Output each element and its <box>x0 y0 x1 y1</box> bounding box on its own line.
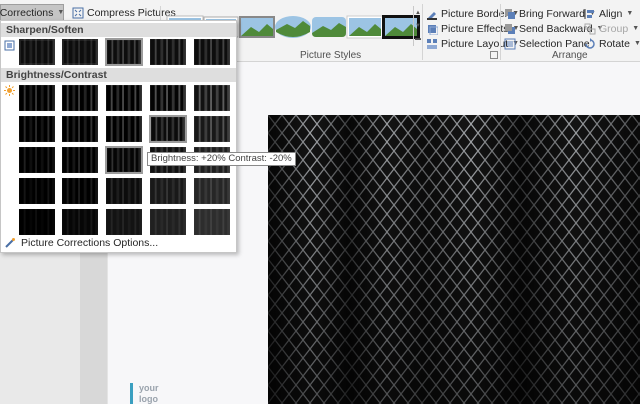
brightness-contrast-header: Brightness/Contrast <box>1 68 236 82</box>
correction-tooltip: Brightness: +20% Contrast: -20% <box>147 152 296 166</box>
corrections-options-icon <box>5 238 15 248</box>
dialog-launcher-icon[interactable] <box>490 51 498 59</box>
picture-effects-icon <box>428 24 438 35</box>
brightness-sun-icon <box>4 85 15 96</box>
sharpen-icon <box>4 40 15 51</box>
picture-layout-icon <box>427 38 437 49</box>
compress-icon <box>72 7 84 18</box>
align-button[interactable]: Align ▼ <box>584 6 633 21</box>
chevron-down-icon: ▼ <box>57 9 65 16</box>
send-backward-label: Send Backward <box>519 22 593 35</box>
brightness-contrast-option[interactable] <box>18 177 56 205</box>
picture-style-thumb[interactable] <box>273 12 313 42</box>
picture-effects-label: Picture Effects <box>441 22 509 35</box>
corrections-label: Corrections <box>0 6 54 19</box>
align-icon <box>584 8 594 19</box>
brightness-contrast-option[interactable] <box>105 208 143 236</box>
corrections-button[interactable]: Corrections ▼ <box>0 4 64 21</box>
sharpen-soften-header: Sharpen/Soften <box>1 23 236 37</box>
brightness-contrast-option[interactable] <box>193 208 231 236</box>
brightness-contrast-option[interactable] <box>18 146 56 174</box>
group-label: Group <box>599 22 629 35</box>
divider <box>422 4 423 60</box>
selection-pane-button[interactable]: Selection Pane <box>504 36 590 51</box>
picture-layout-label: Picture Layout <box>441 37 509 50</box>
brightness-contrast-option[interactable] <box>149 177 187 205</box>
picture-border-label: Picture Border <box>441 7 509 20</box>
brightness-contrast-option[interactable] <box>193 84 231 112</box>
logo-text: your logo <box>139 383 159 404</box>
picture-style-thumb[interactable] <box>237 12 277 42</box>
brightness-contrast-option[interactable] <box>18 115 56 143</box>
bring-forward-button[interactable]: Bring Forward ▼ <box>504 6 596 21</box>
align-label: Align <box>599 7 623 20</box>
bring-forward-icon <box>505 8 515 19</box>
brightness-contrast-option[interactable] <box>61 84 99 112</box>
brightness-contrast-option[interactable] <box>105 115 143 143</box>
logo-accent-bar <box>130 383 133 404</box>
rotate-label: Rotate <box>599 37 630 50</box>
brightness-contrast-option[interactable] <box>61 208 99 236</box>
brightness-contrast-option[interactable] <box>18 208 56 236</box>
brightness-contrast-option[interactable] <box>61 146 99 174</box>
logo-line-1: your <box>139 383 159 393</box>
brightness-contrast-option[interactable] <box>18 84 56 112</box>
sharpen-soften-option[interactable] <box>61 38 99 66</box>
slide-logo: your logo <box>130 383 159 404</box>
bring-forward-label: Bring Forward <box>519 7 585 20</box>
brightness-contrast-option[interactable] <box>149 208 187 236</box>
picture-corrections-options[interactable]: Picture Corrections Options... <box>4 237 158 249</box>
corrections-dropdown: Sharpen/Soften Brightness/Contrast Pictu… <box>0 20 237 253</box>
chevron-down-icon: ▼ <box>633 40 640 47</box>
sharpen-soften-option[interactable] <box>193 38 231 66</box>
rotate-button[interactable]: Rotate ▼ <box>584 36 640 51</box>
thumbnail-scroll-area[interactable] <box>80 248 107 404</box>
brightness-contrast-option[interactable] <box>149 115 187 143</box>
sharpen-soften-option[interactable] <box>18 38 56 66</box>
picture-corrections-options-label: Picture Corrections Options... <box>21 237 159 249</box>
brightness-contrast-option[interactable] <box>193 115 231 143</box>
sharpen-soften-option[interactable] <box>105 38 143 66</box>
brightness-contrast-option[interactable] <box>105 177 143 205</box>
brightness-contrast-option[interactable] <box>193 177 231 205</box>
brightness-contrast-option[interactable] <box>61 115 99 143</box>
picture-style-thumb[interactable] <box>309 12 349 42</box>
slide-picture[interactable] <box>268 115 640 404</box>
chevron-down-icon: ▼ <box>632 25 640 32</box>
divider <box>500 4 501 60</box>
sharpen-soften-option[interactable] <box>149 38 187 66</box>
brightness-contrast-option[interactable] <box>149 84 187 112</box>
selection-pane-icon <box>504 38 516 49</box>
brightness-contrast-option[interactable] <box>105 146 143 174</box>
logo-line-2: logo <box>139 394 158 404</box>
rotate-icon <box>585 37 595 49</box>
picture-border-icon <box>427 11 437 20</box>
arrange-group-label: Arrange <box>552 50 588 61</box>
group-button[interactable]: Group ▼ <box>584 21 639 36</box>
gallery-scroll[interactable]: ▲ ▼ ▬ <box>413 6 422 46</box>
brightness-contrast-option[interactable] <box>61 177 99 205</box>
send-backward-icon <box>505 23 515 34</box>
selection-pane-label: Selection Pane <box>519 37 590 50</box>
group-icon <box>584 23 596 34</box>
picture-styles-group-label: Picture Styles <box>300 50 362 61</box>
chevron-down-icon: ▼ <box>626 10 634 17</box>
picture-style-thumb[interactable] <box>345 12 385 42</box>
brightness-contrast-option[interactable] <box>105 84 143 112</box>
